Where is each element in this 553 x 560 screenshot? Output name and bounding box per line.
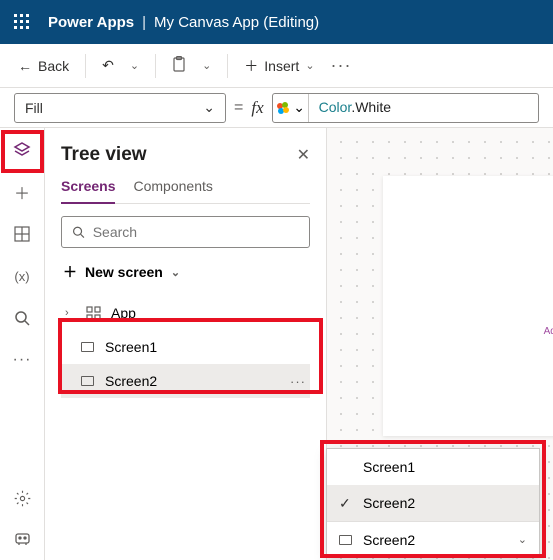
overflow-button[interactable]: ··· (325, 55, 358, 76)
paste-split-button[interactable]: ⌄ (196, 55, 217, 76)
chevron-down-icon: ⌄ (203, 99, 215, 116)
chevron-down-icon: ⌄ (293, 99, 305, 116)
more-rail-button[interactable]: ··· (12, 350, 32, 370)
title-separator: | (142, 14, 146, 31)
tree-node-screen1[interactable]: Screen1 (61, 330, 310, 364)
fx-icon: fx (251, 98, 263, 118)
command-bar: ← Back ↶ ⌄ ⌄ ＋ Insert ⌄ ··· (0, 44, 553, 88)
property-selector[interactable]: Fill ⌄ (14, 93, 226, 123)
plus-icon: ＋ (63, 262, 77, 282)
tree-view-title: Tree view (61, 144, 147, 166)
copilot-button[interactable]: ⌄ (273, 94, 309, 122)
popup-item-label: Screen1 (363, 459, 415, 475)
formula-bar: Fill ⌄ = fx ⌄ Color.White (0, 88, 553, 128)
app-icon (85, 306, 101, 321)
data-rail-button[interactable] (12, 224, 32, 244)
property-value: Fill (25, 100, 43, 116)
clipboard-icon (172, 56, 186, 75)
search-input[interactable] (93, 224, 299, 240)
divider (155, 54, 156, 78)
formula-value: White (355, 99, 391, 115)
screen-icon (79, 342, 95, 352)
popup-item-screen1[interactable]: Screen1 (327, 449, 539, 485)
node-more-button[interactable]: ··· (290, 374, 306, 389)
settings-rail-button[interactable] (12, 488, 32, 508)
tree-tabs: Screens Components (61, 178, 310, 204)
divider (85, 54, 86, 78)
chevron-down-icon: ⌄ (171, 266, 180, 279)
plus-icon: ＋ (14, 180, 30, 204)
popup-item-label: Screen2 (363, 532, 415, 548)
canvas-artboard[interactable]: Add an item (383, 176, 553, 436)
back-arrow-icon: ← (18, 58, 32, 74)
undo-icon: ↶ (102, 57, 114, 74)
tree-node-label: App (111, 305, 136, 321)
screen-icon (79, 376, 95, 386)
formula-namespace: Color (319, 99, 352, 115)
ellipsis-icon: ··· (13, 351, 32, 369)
search-rail-button[interactable] (12, 308, 32, 328)
undo-split-button[interactable]: ⌄ (124, 55, 145, 76)
formula-input-container: ⌄ Color.White (272, 93, 539, 123)
tree-view-rail-button[interactable] (12, 140, 32, 160)
screen-icon (339, 532, 353, 548)
chevron-down-icon: ⌄ (202, 59, 211, 72)
tree-node-screen2[interactable]: Screen2 ··· (61, 364, 310, 398)
insert-label: Insert (264, 58, 299, 74)
copilot-icon (275, 100, 291, 116)
back-label: Back (38, 58, 69, 74)
doc-name: My Canvas App (Editing) (154, 14, 319, 31)
tree-node-app[interactable]: › App (61, 296, 310, 330)
variables-rail-button[interactable]: (х) (12, 266, 32, 286)
screen-picker-popup: Screen1 ✓ Screen2 Screen2 ⌄ (326, 448, 540, 558)
popup-item-screen2-expand[interactable]: Screen2 ⌄ (327, 521, 539, 557)
canvas-hint: Add an item (544, 326, 553, 337)
undo-button[interactable]: ↶ (96, 53, 120, 78)
variable-icon: (х) (14, 269, 29, 284)
tree-node-label: Screen2 (105, 373, 157, 389)
gear-icon (14, 490, 31, 507)
new-screen-button[interactable]: ＋ New screen ⌄ (61, 258, 310, 286)
close-panel-button[interactable]: ✕ (297, 145, 310, 165)
formula-input[interactable]: Color.White (309, 99, 401, 117)
tree-node-label: Screen1 (105, 339, 157, 355)
layers-icon (13, 141, 31, 159)
equals-sign: = (234, 99, 243, 117)
title-bar: Power Apps | My Canvas App (Editing) (0, 0, 553, 44)
chevron-right-icon[interactable]: › (65, 307, 75, 319)
search-icon (72, 225, 85, 239)
app-name: Power Apps (48, 14, 134, 31)
tab-components[interactable]: Components (133, 178, 212, 203)
new-screen-label: New screen (85, 264, 163, 280)
tree-view-panel: Tree view ✕ Screens Components ＋ New scr… (45, 128, 327, 560)
search-icon (14, 310, 30, 326)
tree-search[interactable] (61, 216, 310, 248)
plus-icon: ＋ (244, 56, 258, 76)
chevron-down-icon: ⌄ (130, 59, 139, 72)
popup-item-screen2-selected[interactable]: ✓ Screen2 (327, 485, 539, 521)
bot-icon (14, 531, 31, 546)
popup-item-label: Screen2 (363, 495, 415, 511)
back-button[interactable]: ← Back (12, 54, 75, 78)
check-icon: ✓ (339, 495, 353, 512)
divider (227, 54, 228, 78)
ask-rail-button[interactable] (12, 528, 32, 548)
waffle-icon[interactable] (14, 14, 30, 30)
chevron-down-icon: ⌄ (305, 59, 314, 72)
grid-icon (14, 226, 30, 242)
tab-screens[interactable]: Screens (61, 178, 115, 204)
chevron-down-icon: ⌄ (518, 533, 527, 546)
left-rail: ＋ (х) ··· (0, 128, 45, 560)
paste-button[interactable] (166, 52, 192, 79)
insert-rail-button[interactable]: ＋ (12, 182, 32, 202)
insert-button[interactable]: ＋ Insert ⌄ (238, 52, 320, 80)
